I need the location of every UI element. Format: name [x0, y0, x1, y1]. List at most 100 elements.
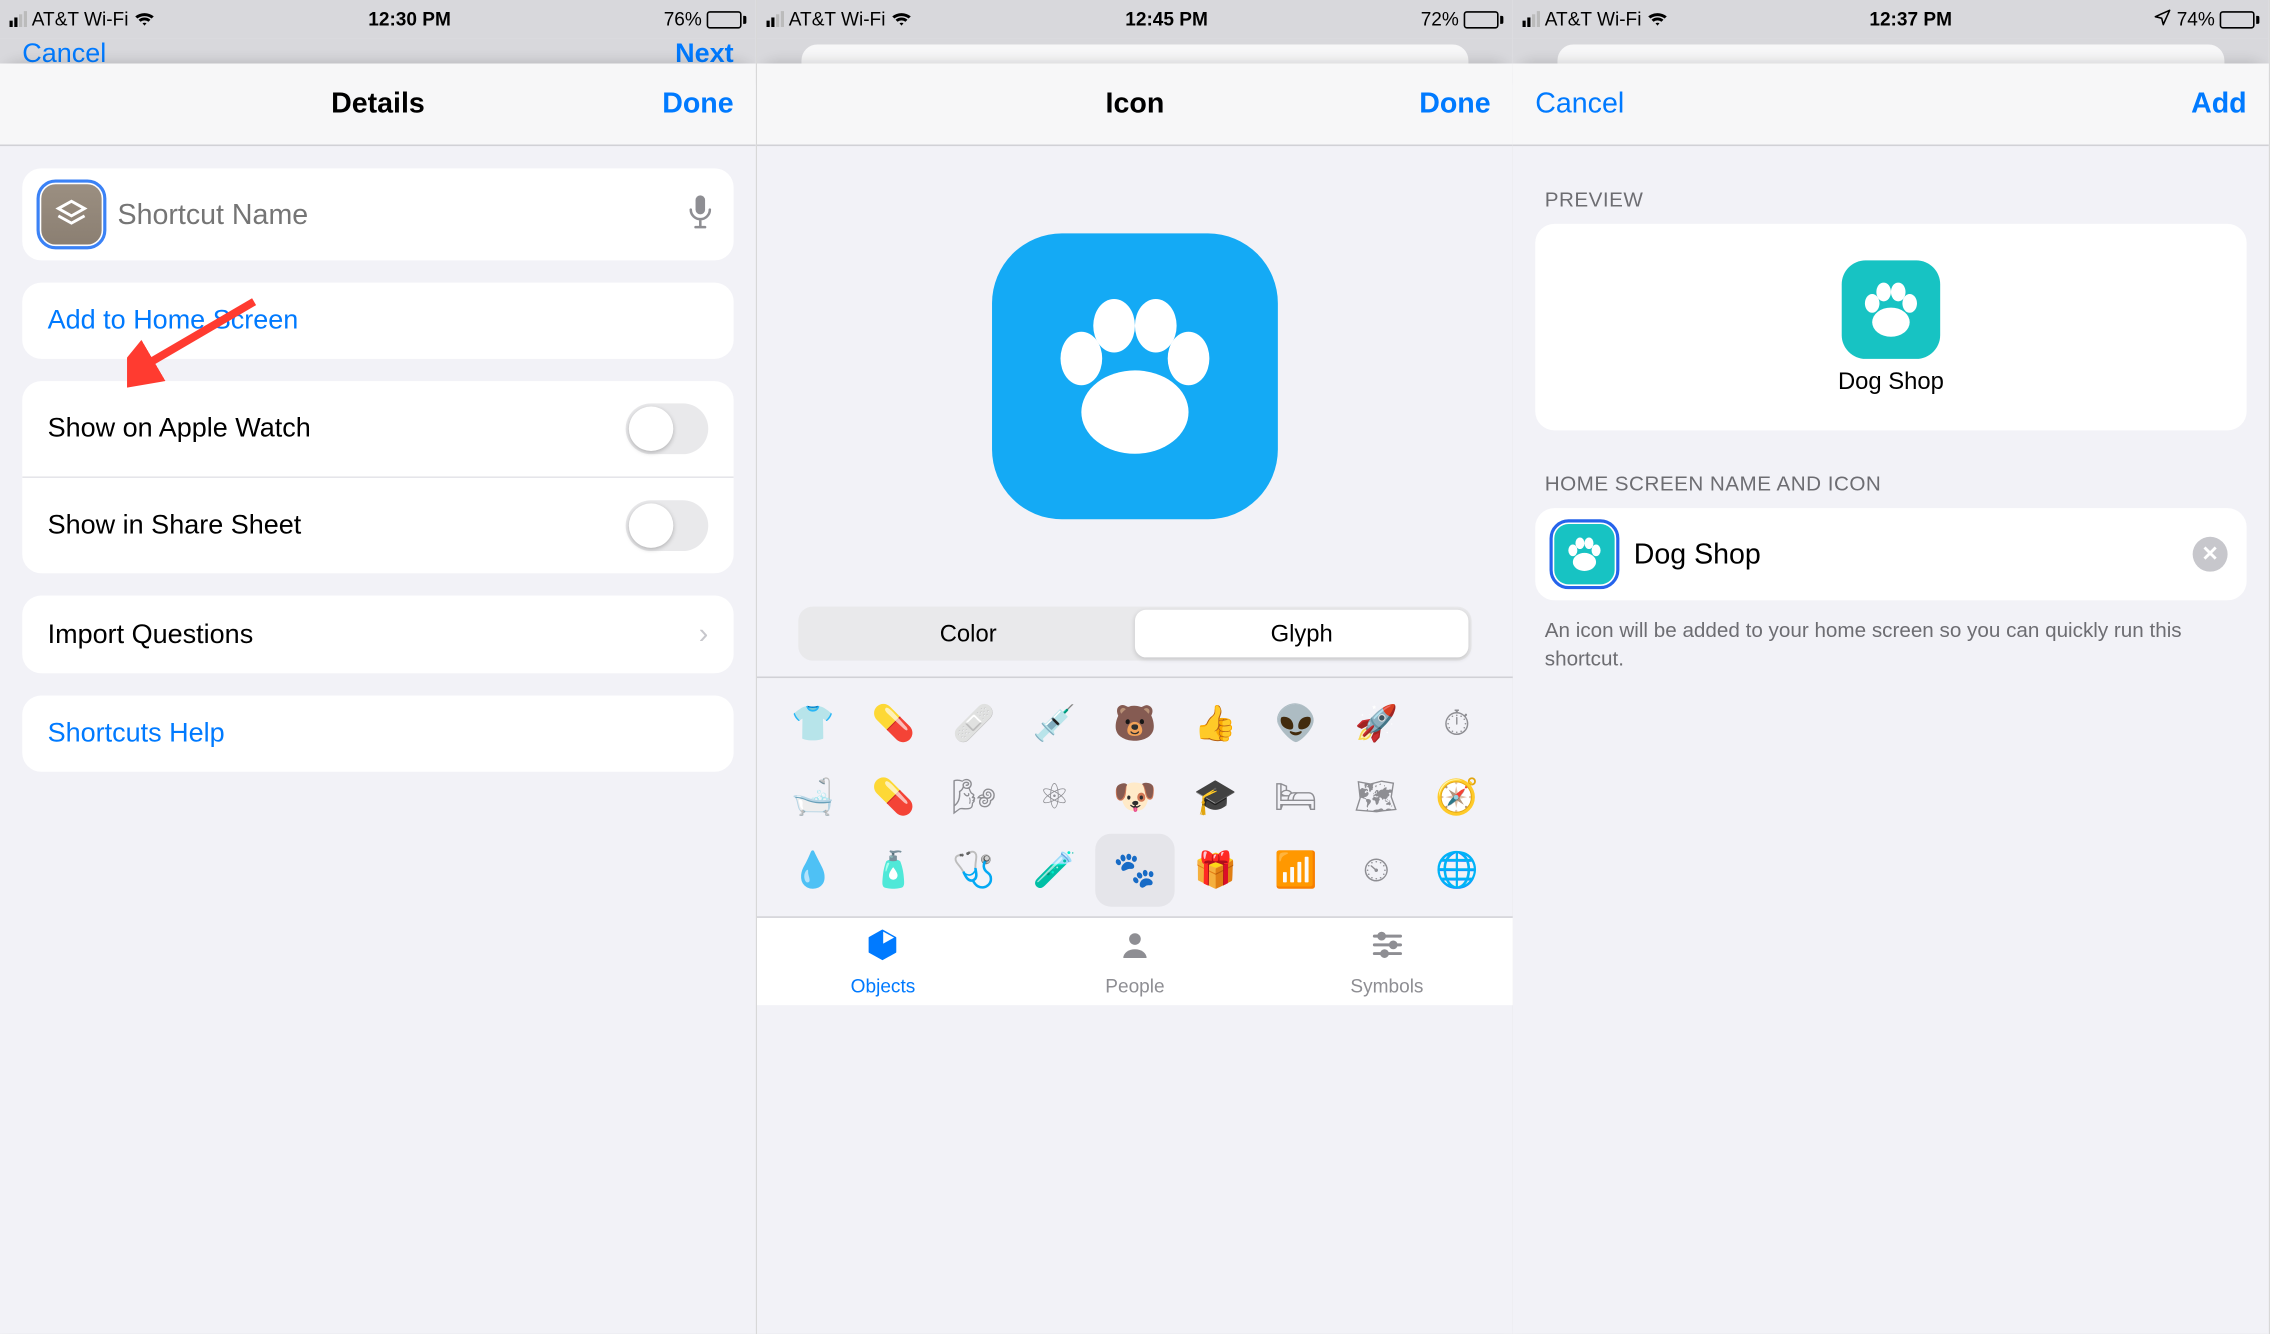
glyph-bath[interactable]: 🛁 — [773, 761, 853, 834]
status-bar: AT&T Wi-Fi 12:37 PM 74% — [1513, 0, 2269, 38]
glyph-globe[interactable]: 🌐 — [1416, 834, 1496, 907]
preview-card: Dog Shop — [1536, 224, 2247, 430]
details-sheet: Details Done Add to Home Screen — [0, 64, 756, 1334]
glyph-rocket[interactable]: 🚀 — [1336, 688, 1416, 761]
show-apple-watch-label: Show on Apple Watch — [48, 413, 311, 445]
glyph-map[interactable]: 🗺 — [1336, 761, 1416, 834]
wifi-icon — [1647, 11, 1669, 27]
glyph-dog[interactable]: 🐶 — [1094, 761, 1174, 834]
tab-people[interactable]: People — [1009, 918, 1261, 1005]
tab-objects[interactable]: Objects — [757, 918, 1009, 1005]
glyph-medicine-bottle[interactable]: 🧴 — [853, 834, 933, 907]
glyph-grid: 👕💊🩹💉🐻👍👽🚀⏱ 🛁💊🌬⚛🐶🎓🛏🗺🧭 💧🧴🩺🧪🐾🎁📶⏲🌐 — [757, 678, 1513, 916]
nav-title: Details — [331, 87, 425, 120]
add-to-home-screen-label: Add to Home Screen — [48, 305, 299, 337]
location-icon — [2153, 7, 2172, 31]
show-share-sheet-row: Show in Share Sheet — [22, 476, 733, 573]
glyph-stethoscope[interactable]: 🩺 — [933, 834, 1013, 907]
show-apple-watch-row: Show on Apple Watch — [22, 381, 733, 476]
shortcuts-help-label: Shortcuts Help — [48, 718, 225, 750]
glyph-paw[interactable]: 🐾 — [1094, 834, 1174, 907]
glyph-bear[interactable]: 🐻 — [1094, 688, 1174, 761]
add-to-home-screen-row[interactable]: Add to Home Screen — [22, 283, 733, 359]
glyph-category-tabbar: Objects People Symbols — [757, 916, 1513, 1005]
tab-objects-label: Objects — [850, 974, 915, 996]
shortcut-name-row — [22, 168, 733, 260]
icon-sheet: Icon Done Color Glyph 👕💊🩹💉🐻👍👽🚀⏱ 🛁💊🌬⚛🐶🎓🛏🗺🧭… — [757, 64, 1513, 1334]
show-share-sheet-label: Show in Share Sheet — [48, 510, 302, 542]
paw-icon — [1039, 281, 1230, 472]
glyph-thumbs-up[interactable]: 👍 — [1175, 688, 1255, 761]
cancel-button[interactable]: Cancel — [1536, 87, 1625, 120]
glyph-graduation-cap[interactable]: 🎓 — [1175, 761, 1255, 834]
footnote-text: An icon will be added to your home scree… — [1545, 616, 2237, 672]
glyph-atom[interactable]: ⚛ — [1014, 761, 1094, 834]
segment-glyph[interactable]: Glyph — [1135, 610, 1468, 658]
glyph-gift[interactable]: 🎁 — [1175, 834, 1255, 907]
sliders-icon — [1369, 927, 1404, 971]
signal-icon — [1523, 11, 1540, 27]
battery-pct-label: 74% — [2177, 8, 2215, 30]
cube-icon — [865, 927, 900, 971]
layers-icon — [54, 197, 89, 232]
preview-app-label: Dog Shop — [1838, 368, 1944, 395]
shortcut-name-input[interactable] — [118, 198, 687, 231]
segment-color[interactable]: Color — [801, 610, 1134, 658]
icon-preview-tile — [992, 233, 1278, 519]
person-icon — [1117, 927, 1152, 971]
tab-people-label: People — [1105, 974, 1164, 996]
tab-symbols[interactable]: Symbols — [1261, 918, 1513, 1005]
glyph-alien[interactable]: 👽 — [1255, 688, 1335, 761]
tab-symbols-label: Symbols — [1350, 974, 1423, 996]
glyph-flask[interactable]: 🧪 — [1014, 834, 1094, 907]
add-home-sheet: Cancel Add PREVIEW Dog Shop HOME SCREEN … — [1513, 64, 2269, 1334]
home-icon-button[interactable] — [1555, 524, 1615, 584]
nav-bar: Details Done — [0, 64, 756, 147]
name-icon-row: Dog Shop ✕ — [1536, 508, 2247, 600]
glyph-speedometer[interactable]: ⏲ — [1336, 834, 1416, 907]
clock-label: 12:45 PM — [1125, 8, 1208, 30]
details-screen: AT&T Wi-Fi 12:30 PM 76% Cancel Next Deta… — [0, 0, 756, 1334]
shortcuts-help-row[interactable]: Shortcuts Help — [22, 696, 733, 772]
glyph-compass[interactable]: 🧭 — [1416, 761, 1496, 834]
wifi-icon — [890, 11, 912, 27]
clear-text-button[interactable]: ✕ — [2193, 537, 2228, 572]
nav-bar: Cancel Add — [1513, 64, 2269, 147]
battery-icon — [1463, 10, 1503, 27]
paw-icon — [1564, 534, 1605, 575]
glyph-stairs[interactable]: 📶 — [1255, 834, 1335, 907]
glyph-inhaler[interactable]: 🌬 — [933, 761, 1013, 834]
underlying-sheet-peek — [1513, 38, 2269, 63]
glyph-pill[interactable]: 💊 — [853, 688, 933, 761]
icon-preview — [757, 146, 1513, 607]
battery-icon — [2220, 10, 2260, 27]
preview-app-icon — [1842, 260, 1940, 358]
status-bar: AT&T Wi-Fi 12:45 PM 72% — [757, 0, 1513, 38]
import-questions-label: Import Questions — [48, 619, 254, 651]
done-button[interactable]: Done — [1419, 87, 1490, 120]
glyph-bandage[interactable]: 🩹 — [933, 688, 1013, 761]
show-share-sheet-toggle[interactable] — [626, 500, 709, 551]
add-button[interactable]: Add — [2191, 87, 2247, 120]
name-icon-section-header: HOME SCREEN NAME AND ICON — [1545, 472, 2237, 496]
nav-title: Icon — [1105, 87, 1164, 120]
carrier-label: AT&T Wi-Fi — [1545, 8, 1642, 30]
glyph-shirt[interactable]: 👕 — [773, 688, 853, 761]
glyph-dropper[interactable]: 💧 — [773, 834, 853, 907]
home-name-input[interactable]: Dog Shop — [1634, 538, 2174, 571]
dictation-icon[interactable] — [686, 193, 715, 236]
glyph-gauge[interactable]: ⏱ — [1416, 688, 1496, 761]
clock-label: 12:37 PM — [1870, 8, 1953, 30]
status-bar: AT&T Wi-Fi 12:30 PM 76% — [0, 0, 756, 38]
done-button[interactable]: Done — [662, 87, 733, 120]
shortcut-icon-button[interactable] — [41, 184, 101, 244]
import-questions-row[interactable]: Import Questions › — [22, 596, 733, 674]
clock-label: 12:30 PM — [368, 8, 451, 30]
show-apple-watch-toggle[interactable] — [626, 403, 709, 454]
battery-icon — [707, 10, 747, 27]
preview-section-header: PREVIEW — [1545, 187, 2237, 211]
color-glyph-segmented[interactable]: Color Glyph — [798, 607, 1471, 661]
glyph-bed[interactable]: 🛏 — [1255, 761, 1335, 834]
glyph-syringe[interactable]: 💉 — [1014, 688, 1094, 761]
glyph-pills[interactable]: 💊 — [853, 761, 933, 834]
